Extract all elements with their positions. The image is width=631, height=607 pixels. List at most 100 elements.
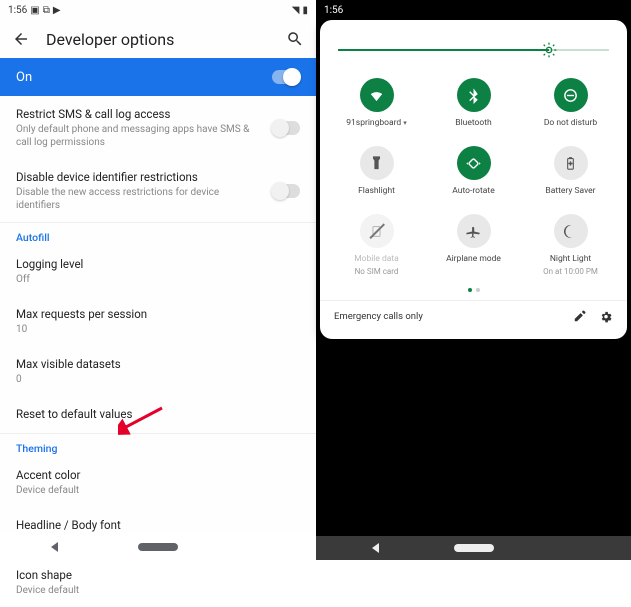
battery-saver-tile[interactable]: Battery Saver (522, 146, 619, 196)
tile-label: Bluetooth (455, 118, 491, 128)
flashlight-icon (360, 146, 394, 180)
nav-home-pill[interactable] (454, 544, 494, 552)
row-title: Reset to default values (16, 406, 300, 422)
max-requests-row[interactable]: Max requests per session 10 (0, 296, 316, 346)
clock: 1:56 (324, 5, 343, 16)
bluetooth-tile[interactable]: Bluetooth (425, 78, 522, 128)
wifi-icon (360, 78, 394, 112)
quick-settings-screen: Theming Accent color Green Headline / Bo… (316, 0, 631, 560)
dnd-tile[interactable]: Do not disturb (522, 78, 619, 128)
row-title: Disable device identifier restrictions (16, 169, 264, 185)
panel-footer: Emergency calls only (320, 300, 627, 331)
row-title: Icon shape (16, 567, 300, 583)
brightness-slider[interactable] (338, 40, 609, 60)
switch-off-icon[interactable] (272, 184, 300, 198)
row-subtitle: 0 (16, 373, 300, 386)
nav-back-icon[interactable] (372, 543, 379, 553)
bluetooth-icon (457, 78, 491, 112)
restrict-sms-row[interactable]: Restrict SMS & call log access Only defa… (0, 96, 316, 159)
autofill-header: Autofill (0, 223, 316, 246)
clock: 1:56 (8, 5, 27, 16)
tile-sublabel: No SIM card (355, 267, 399, 276)
nav-back-icon[interactable] (51, 542, 58, 552)
faded-row: Headline / Body font Device default (332, 439, 615, 462)
tile-label: Battery Saver (545, 186, 595, 196)
brightness-thumb-icon[interactable] (541, 42, 557, 58)
dot-active (468, 288, 472, 292)
flashlight-tile[interactable]: Flashlight (328, 146, 425, 196)
status-bar: 1:56 (316, 0, 631, 20)
logging-level-row[interactable]: Logging level Off (0, 246, 316, 296)
row-subtitle: Device default (16, 484, 300, 497)
row-subtitle: Device default (16, 584, 300, 597)
tile-label: Night Light (550, 254, 591, 264)
disable-identifier-row[interactable]: Disable device identifier restrictions D… (0, 159, 316, 222)
master-toggle-row[interactable]: On (0, 58, 316, 96)
battery-saver-icon (554, 146, 588, 180)
chevron-down-icon[interactable]: ▾ (403, 119, 407, 127)
faded-row: Icon shape Device default (332, 472, 615, 495)
row-title: Restrict SMS & call log access (16, 106, 264, 122)
tiles-grid: 91springboard▾ Bluetooth Do not disturb … (320, 78, 627, 276)
faded-sub: Green (332, 419, 615, 429)
tile-label: Airplane mode (446, 254, 501, 264)
page-title: Developer options (46, 30, 270, 49)
mobile-data-tile[interactable]: Mobile data No SIM card (328, 214, 425, 276)
faded-settings: Theming Accent color Green Headline / Bo… (316, 375, 631, 511)
faded-sub: Device default (332, 452, 615, 462)
slider-track (338, 49, 609, 51)
dot (476, 288, 480, 292)
master-switch-icon[interactable] (272, 70, 300, 84)
row-title: Max visible datasets (16, 356, 300, 372)
airplane-icon (457, 214, 491, 248)
wifi-tile[interactable]: 91springboard▾ (328, 78, 425, 128)
row-subtitle: 10 (16, 323, 300, 336)
auto-rotate-icon (457, 146, 491, 180)
tile-label: 91springboard (346, 118, 401, 128)
icon-shape-row[interactable]: Icon shape Device default (0, 557, 316, 607)
nav-bar (0, 534, 316, 560)
row-title: Headline / Body font (16, 517, 300, 533)
nav-bar (316, 536, 631, 560)
faded-theming-header: Theming (332, 385, 615, 396)
night-light-icon (554, 214, 588, 248)
nav-home-pill[interactable] (138, 543, 178, 551)
faded-sub: Device default (332, 485, 615, 495)
row-subtitle: Disable the new access restrictions for … (16, 186, 264, 212)
app-bar: Developer options (0, 20, 316, 58)
row-subtitle: Only default phone and messaging apps ha… (16, 123, 264, 149)
mobile-data-icon (360, 214, 394, 248)
faded-title: Headline / Body font (332, 439, 615, 452)
emergency-text: Emergency calls only (334, 311, 561, 322)
battery-icon: ▮ (302, 5, 308, 16)
airplane-mode-tile[interactable]: Airplane mode (425, 214, 522, 276)
settings-screen: 1:56 ▣ ⧉ ▶ ◥ ▮ Developer options On Rest… (0, 0, 316, 560)
page-indicator (320, 288, 627, 292)
tile-label: Auto-rotate (452, 186, 494, 196)
switch-off-icon[interactable] (272, 121, 300, 135)
gear-icon[interactable] (599, 309, 613, 323)
max-visible-row[interactable]: Max visible datasets 0 (0, 346, 316, 396)
auto-rotate-tile[interactable]: Auto-rotate (425, 146, 522, 196)
row-title: Logging level (16, 256, 300, 272)
row-title: Accent color (16, 467, 300, 483)
faded-title: Accent color (332, 406, 615, 419)
accent-color-row[interactable]: Accent color Device default (0, 457, 316, 507)
edit-icon[interactable] (573, 309, 587, 323)
row-subtitle: Off (16, 273, 300, 286)
search-icon[interactable] (286, 30, 304, 48)
row-title: Max requests per session (16, 306, 300, 322)
reset-defaults-row[interactable]: Reset to default values (0, 396, 316, 432)
faded-title: Icon shape (332, 472, 615, 485)
faded-row: Accent color Green (332, 406, 615, 429)
status-bar: 1:56 ▣ ⧉ ▶ ◥ ▮ (0, 0, 316, 20)
night-light-tile[interactable]: Night Light On at 10:00 PM (522, 214, 619, 276)
dnd-icon (554, 78, 588, 112)
quick-settings-panel: 91springboard▾ Bluetooth Do not disturb … (320, 20, 627, 339)
app-icon: ⧉ (43, 5, 50, 16)
tile-label: Flashlight (358, 186, 395, 196)
play-icon: ▶ (53, 5, 61, 16)
tile-sublabel: On at 10:00 PM (543, 267, 598, 276)
back-icon[interactable] (12, 30, 30, 48)
wifi-icon: ◥ (292, 5, 300, 16)
